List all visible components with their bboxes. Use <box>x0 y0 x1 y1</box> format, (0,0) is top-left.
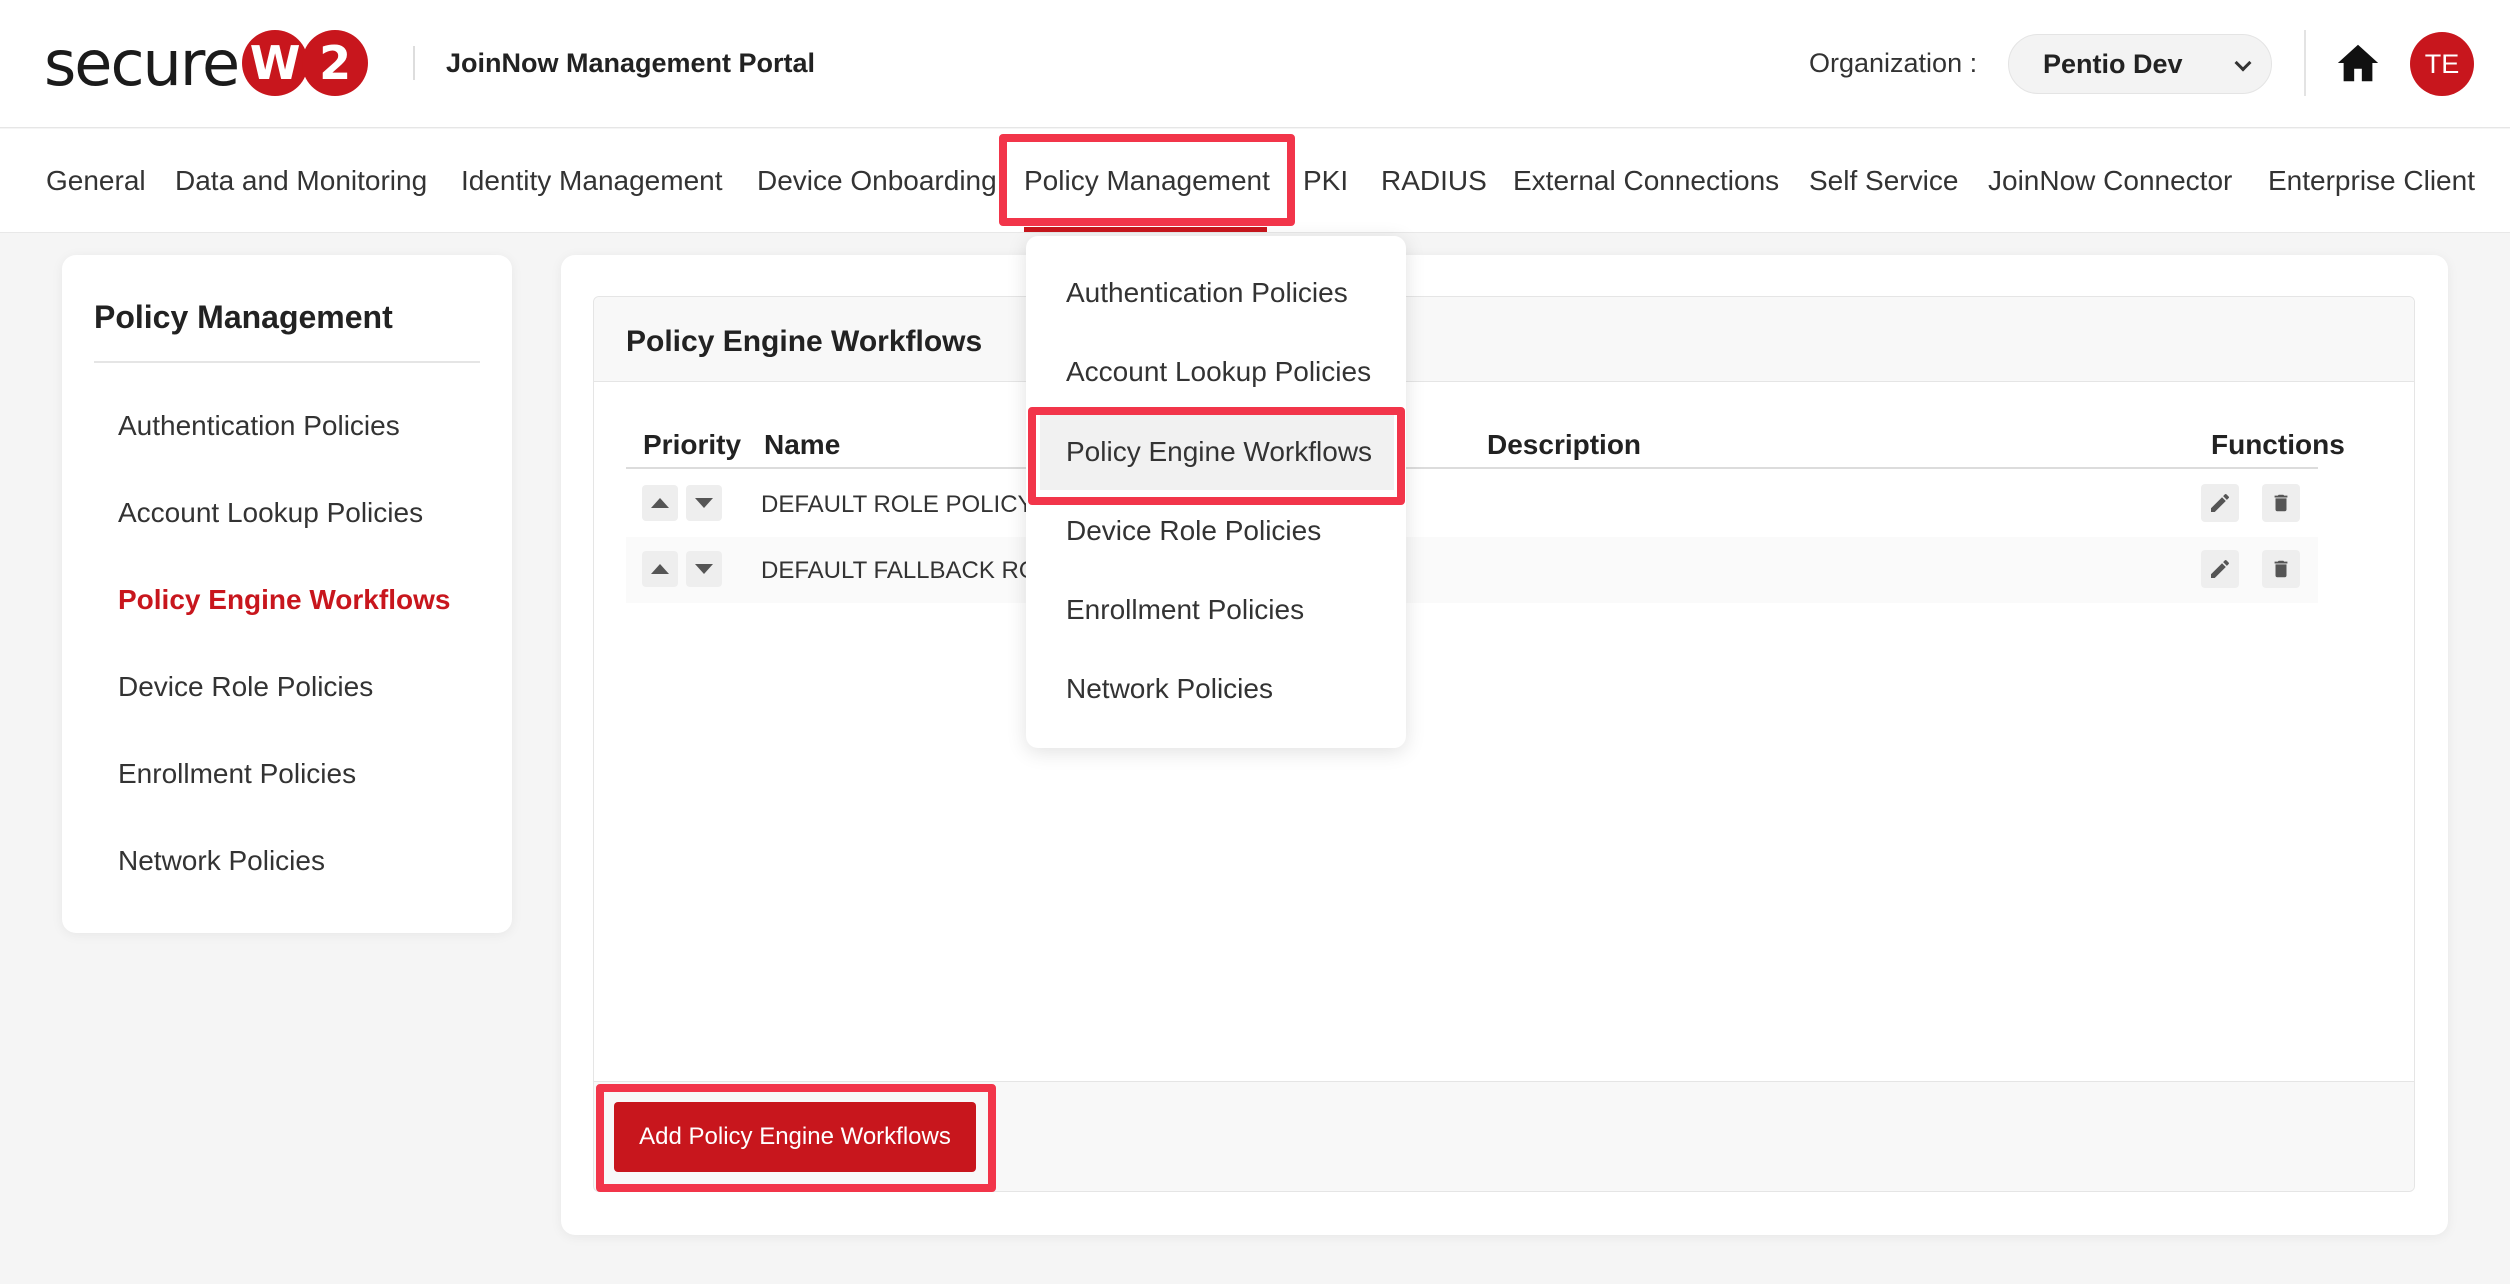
table-header: Priority Name Description Functions <box>626 409 2345 469</box>
nav-identity-management[interactable]: Identity Management <box>461 165 723 197</box>
app-header: secure W 2 JoinNow Management Portal Org… <box>0 0 2510 128</box>
sidebar-item-policy-engine-workflows[interactable]: Policy Engine Workflows <box>118 584 450 616</box>
highlight-dropdown-policy-engine-workflows <box>1028 407 1405 505</box>
logo-badge-2: 2 <box>302 30 369 96</box>
sidebar-item-device-role-policies[interactable]: Device Role Policies <box>118 671 373 703</box>
nav-data-and-monitoring[interactable]: Data and Monitoring <box>175 165 427 197</box>
nav-active-underline <box>1024 227 1267 232</box>
sidebar: Policy Management Authentication Policie… <box>62 255 512 933</box>
arrow-up-icon[interactable] <box>642 485 678 521</box>
highlight-nav-policy-management <box>999 134 1295 226</box>
workflows-panel: Policy Engine Workflows Priority Name De… <box>593 296 2415 1192</box>
column-description: Description <box>1487 429 1642 460</box>
column-functions: Functions <box>2211 429 2345 460</box>
nav-joinnow-connector[interactable]: JoinNow Connector <box>1988 165 2232 197</box>
panel-header: Policy Engine Workflows <box>594 297 2414 382</box>
organization-label: Organization : <box>1809 48 1978 78</box>
table-row: DEFAULT ROLE POLICY 1 <box>626 471 2318 537</box>
portal-title: JoinNow Management Portal <box>446 48 816 78</box>
trash-icon[interactable] <box>2262 484 2300 522</box>
nav-device-onboarding[interactable]: Device Onboarding <box>757 165 997 197</box>
nav-pki[interactable]: PKI <box>1303 165 1348 197</box>
header-divider <box>413 46 415 80</box>
nav-general[interactable]: General <box>46 165 146 197</box>
pencil-icon[interactable] <box>2201 484 2239 522</box>
sidebar-item-network-policies[interactable]: Network Policies <box>118 845 325 877</box>
header-divider-right <box>2304 30 2306 96</box>
column-priority: Priority <box>643 429 742 460</box>
sidebar-title: Policy Management <box>94 299 393 335</box>
sidebar-item-enrollment-policies[interactable]: Enrollment Policies <box>118 758 356 790</box>
user-avatar[interactable]: TE <box>2410 32 2474 96</box>
sidebar-divider <box>94 361 480 363</box>
sidebar-item-account-lookup-policies[interactable]: Account Lookup Policies <box>118 497 423 529</box>
dropdown-item-device-role-policies[interactable]: Device Role Policies <box>1066 515 1321 547</box>
row-name: DEFAULT ROLE POLICY 1 <box>761 491 1054 518</box>
organization-select[interactable]: Pentio Dev <box>2008 34 2272 94</box>
chevron-down-icon <box>2234 54 2252 72</box>
sidebar-item-authentication-policies[interactable]: Authentication Policies <box>118 410 400 442</box>
column-name: Name <box>764 429 841 460</box>
trash-icon[interactable] <box>2262 550 2300 588</box>
arrow-up-icon[interactable] <box>642 551 678 587</box>
row-name: DEFAULT FALLBACK ROL <box>761 557 1051 584</box>
logo-text: secure <box>44 26 240 100</box>
logo-badge-w: W <box>242 30 309 96</box>
home-icon[interactable] <box>2334 40 2382 86</box>
dropdown-item-authentication-policies[interactable]: Authentication Policies <box>1066 277 1348 309</box>
pencil-icon[interactable] <box>2201 550 2239 588</box>
securew2-logo[interactable]: secure W 2 <box>44 26 369 100</box>
highlight-add-button <box>596 1084 996 1192</box>
organization-value: Pentio Dev <box>2043 48 2183 79</box>
nav-radius[interactable]: RADIUS <box>1381 165 1487 197</box>
dropdown-item-network-policies[interactable]: Network Policies <box>1066 673 1273 705</box>
logo-badge: W 2 <box>242 30 369 96</box>
nav-self-service[interactable]: Self Service <box>1809 165 1958 197</box>
dropdown-item-enrollment-policies[interactable]: Enrollment Policies <box>1066 594 1304 626</box>
table-row: DEFAULT FALLBACK ROL <box>626 537 2318 603</box>
arrow-down-icon[interactable] <box>686 551 722 587</box>
nav-enterprise-client[interactable]: Enterprise Client <box>2268 165 2475 197</box>
arrow-down-icon[interactable] <box>686 485 722 521</box>
panel-title: Policy Engine Workflows <box>626 325 983 358</box>
nav-external-connections[interactable]: External Connections <box>1513 165 1779 197</box>
dropdown-item-account-lookup-policies[interactable]: Account Lookup Policies <box>1066 356 1371 388</box>
